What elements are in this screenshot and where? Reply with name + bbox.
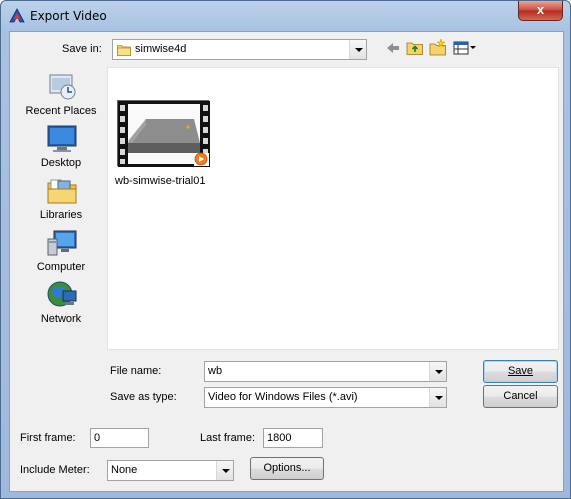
place-recent-places[interactable]: Recent Places	[16, 71, 106, 121]
new-folder-icon[interactable]	[429, 38, 447, 59]
file-list[interactable]: wb-simwise-trial01	[107, 67, 559, 350]
place-label: Recent Places	[25, 105, 97, 117]
include-meter-dropdown[interactable]: None	[107, 460, 234, 481]
file-name-input[interactable]: wb	[204, 361, 447, 382]
file-name-value[interactable]: wb	[208, 365, 222, 377]
first-frame-value[interactable]: 0	[94, 432, 100, 444]
save-in-label: Save in:	[62, 43, 102, 55]
window-title: Export Video	[30, 9, 107, 23]
folder-icon	[117, 43, 131, 59]
save-button[interactable]: Save	[483, 360, 558, 383]
save-as-type-label: Save as type:	[110, 391, 177, 403]
chevron-down-icon[interactable]	[216, 461, 233, 480]
recent-places-icon	[46, 71, 78, 103]
place-label: Network	[40, 313, 82, 325]
options-button-label: Options...	[263, 462, 311, 474]
file-item[interactable]	[117, 100, 210, 167]
place-computer[interactable]: Computer	[16, 227, 106, 277]
place-label: Desktop	[40, 157, 82, 169]
cancel-button[interactable]: Cancel	[483, 385, 558, 408]
file-name-label: File name:	[110, 365, 162, 377]
save-as-type-dropdown[interactable]: Video for Windows Files (*.avi)	[204, 387, 447, 408]
place-label: Libraries	[39, 209, 83, 221]
first-frame-label: First frame:	[20, 432, 76, 444]
last-frame-value[interactable]: 1800	[267, 432, 291, 444]
last-frame-label: Last frame:	[200, 432, 256, 444]
export-video-dialog: Export Video x Save in: simwise4d Recent…	[0, 0, 571, 499]
back-arrow-icon[interactable]	[385, 41, 401, 58]
places-bar: Recent Places Desktop Libraries Computer…	[16, 67, 106, 357]
cancel-button-label: Cancel	[503, 390, 538, 402]
desktop-icon	[46, 123, 78, 155]
save-in-value: simwise4d	[135, 43, 187, 55]
place-network[interactable]: Network	[16, 279, 106, 329]
dialog-body: Save in: simwise4d Recent Places Desktop…	[9, 31, 564, 492]
app-icon	[9, 8, 25, 24]
place-desktop[interactable]: Desktop	[16, 123, 106, 173]
up-folder-icon[interactable]	[406, 40, 424, 59]
view-menu-icon[interactable]	[453, 41, 477, 58]
place-label: Computer	[36, 261, 86, 273]
chevron-down-icon[interactable]	[429, 362, 446, 381]
place-libraries[interactable]: Libraries	[16, 175, 106, 225]
save-as-type-value: Video for Windows Files (*.avi)	[208, 391, 358, 403]
chevron-down-icon[interactable]	[349, 40, 366, 59]
file-item-label[interactable]: wb-simwise-trial01	[115, 175, 205, 187]
first-frame-input[interactable]: 0	[90, 428, 149, 448]
close-button[interactable]: x	[518, 1, 563, 21]
video-thumbnail-icon	[118, 101, 210, 170]
save-button-label: Save	[507, 365, 534, 377]
computer-icon	[46, 227, 78, 259]
libraries-icon	[46, 175, 78, 207]
options-button[interactable]: Options...	[250, 457, 324, 480]
close-icon: x	[536, 2, 545, 17]
title-bar[interactable]: Export Video x	[1, 1, 570, 31]
network-icon	[46, 279, 78, 311]
last-frame-input[interactable]: 1800	[263, 428, 323, 448]
chevron-down-icon[interactable]	[429, 388, 446, 407]
include-meter-label: Include Meter:	[20, 464, 90, 476]
include-meter-value: None	[111, 464, 138, 476]
save-in-dropdown[interactable]: simwise4d	[112, 39, 367, 60]
